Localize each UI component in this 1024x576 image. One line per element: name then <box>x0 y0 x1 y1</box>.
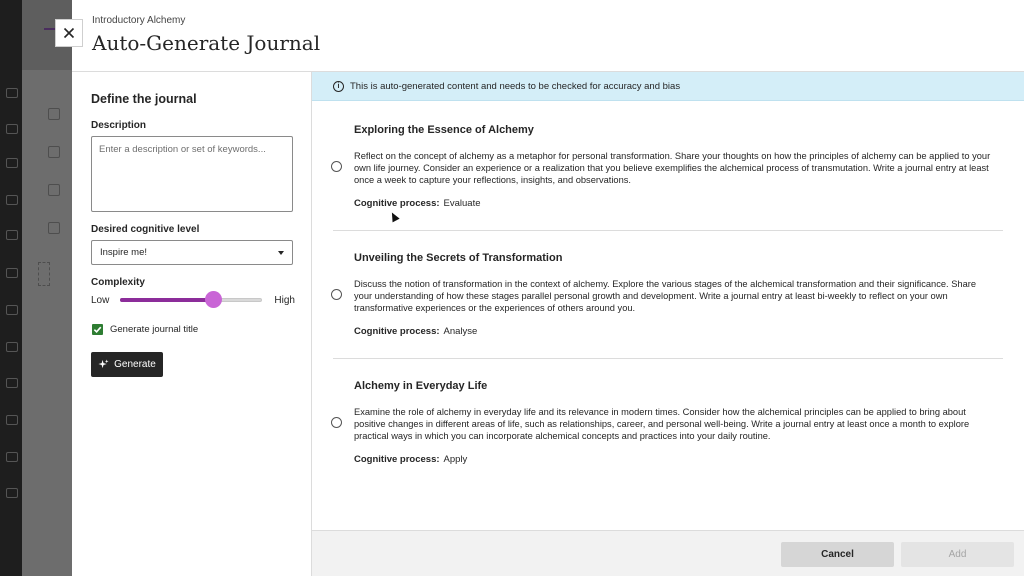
bg-signout-icon <box>6 488 18 498</box>
generate-title-label: Generate journal title <box>110 324 199 335</box>
cognitive-process-value: Apply <box>443 454 468 465</box>
bg-organizations-icon <box>6 230 18 240</box>
option-description: Reflect on the concept of alchemy as a m… <box>354 151 991 186</box>
cognitive-level-select[interactable]: Inspire me! <box>91 240 293 265</box>
option-divider <box>333 230 1003 231</box>
option-title: Unveiling the Secrets of Transformation <box>354 252 563 264</box>
bg-tools-icon <box>6 378 18 388</box>
cognitive-process-label: Cognitive process: <box>354 198 440 209</box>
info-icon: i <box>333 80 344 92</box>
complexity-low-label: Low <box>91 295 110 306</box>
bg-placeholder <box>38 262 50 286</box>
option-radio[interactable] <box>331 161 342 172</box>
option-cognitive-process: Cognitive process: Evaluate <box>354 198 481 209</box>
bg-content-icon <box>48 222 60 234</box>
bg-activity-icon <box>6 158 18 168</box>
generate-title-option[interactable]: Generate journal title <box>92 324 198 335</box>
bg-courses-icon <box>6 195 18 205</box>
description-label: Description <box>91 120 147 131</box>
ai-disclaimer-banner: i This is auto-generated content and nee… <box>312 72 1024 101</box>
modal-header: Introductory Alchemy Auto-Generate Journ… <box>72 0 1024 72</box>
bg-settings-icon <box>6 415 18 425</box>
add-button[interactable]: Add <box>901 542 1014 567</box>
checkmark-icon <box>93 326 102 334</box>
option-title: Alchemy in Everyday Life <box>354 380 488 392</box>
background-course-page <box>22 0 72 576</box>
bg-profile-icon <box>6 124 18 134</box>
slider-fill <box>120 298 214 302</box>
option-radio[interactable] <box>331 289 342 300</box>
generated-results-panel: i This is auto-generated content and nee… <box>312 72 1024 530</box>
generate-button-label: Generate <box>114 359 156 370</box>
define-journal-heading: Define the journal <box>91 92 197 106</box>
option-description: Examine the role of alchemy in everyday … <box>354 407 970 442</box>
option-title: Exploring the Essence of Alchemy <box>354 124 534 136</box>
banner-text: This is auto-generated content and needs… <box>350 80 681 92</box>
close-icon <box>63 27 75 39</box>
cognitive-process-value: Analyse <box>443 326 478 337</box>
generate-title-checkbox[interactable] <box>92 324 103 335</box>
option-description: Discuss the notion of transformation in … <box>354 279 977 314</box>
background-nav-rail <box>0 0 22 576</box>
bg-content-icon <box>48 184 60 196</box>
sparkle-icon <box>98 359 109 369</box>
complexity-slider[interactable]: Low High <box>91 290 295 310</box>
bg-institution-icon <box>6 88 18 98</box>
option-cognitive-process: Cognitive process: Apply <box>354 454 467 465</box>
auto-generate-journal-modal: Introductory Alchemy Auto-Generate Journ… <box>72 0 1024 576</box>
bg-content-icon <box>48 108 60 120</box>
description-input[interactable] <box>91 136 293 212</box>
course-name: Introductory Alchemy <box>92 15 186 26</box>
generate-button[interactable]: Generate <box>91 352 163 377</box>
bg-messages-icon <box>6 305 18 315</box>
bg-help-icon <box>6 452 18 462</box>
option-cognitive-process: Cognitive process: Analyse <box>354 326 477 337</box>
cognitive-process-value: Evaluate <box>443 198 481 209</box>
chevron-down-icon <box>278 250 284 255</box>
slider-handle[interactable] <box>205 291 222 308</box>
modal-title: Auto-Generate Journal <box>92 31 321 55</box>
option-divider <box>333 358 1003 359</box>
cognitive-process-label: Cognitive process: <box>354 454 440 465</box>
cognitive-process-label: Cognitive process: <box>354 326 440 337</box>
bg-content-icon <box>48 146 60 158</box>
bg-grades-icon <box>6 342 18 352</box>
bg-calendar-icon <box>6 268 18 278</box>
modal-footer: Cancel Add <box>312 530 1024 576</box>
complexity-label: Complexity <box>91 277 145 288</box>
cognitive-level-value: Inspire me! <box>100 247 147 258</box>
cancel-button[interactable]: Cancel <box>781 542 894 567</box>
cognitive-level-label: Desired cognitive level <box>91 224 200 235</box>
option-radio[interactable] <box>331 417 342 428</box>
close-button[interactable] <box>55 19 83 47</box>
complexity-high-label: High <box>274 295 295 306</box>
define-journal-panel: Define the journal Description Desired c… <box>72 72 312 576</box>
